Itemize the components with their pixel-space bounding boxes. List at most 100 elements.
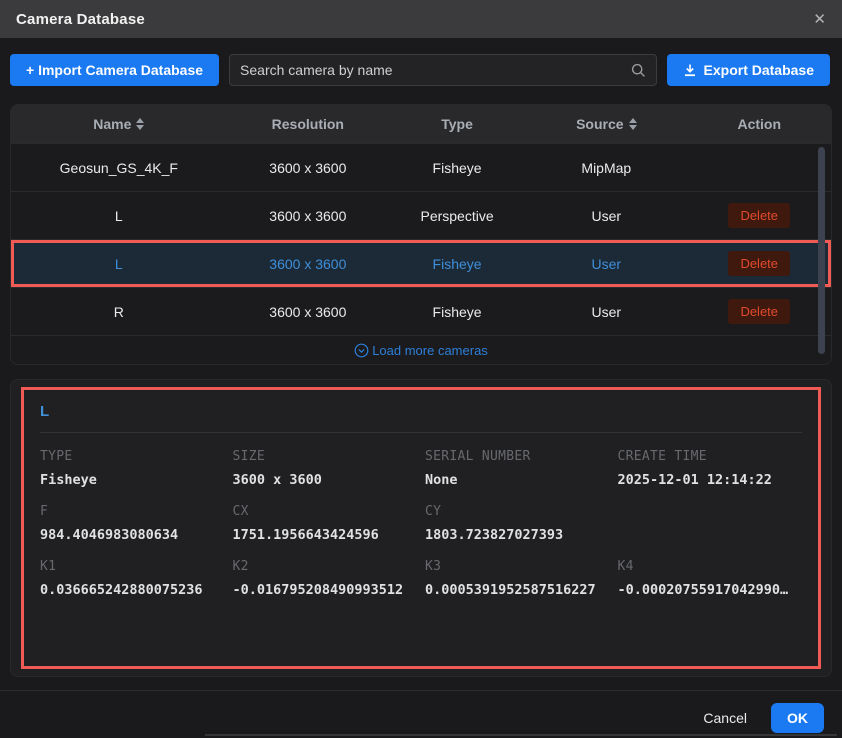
cell-name: L: [11, 256, 227, 272]
delete-button[interactable]: Delete: [728, 251, 790, 276]
load-more-cameras-link[interactable]: Load more cameras: [11, 335, 831, 364]
cell-type: Fisheye: [389, 304, 525, 320]
column-header-type: Type: [389, 116, 525, 132]
detail-field-value: 1751.1956643424596: [233, 527, 418, 543]
cell-name: L: [11, 208, 227, 224]
detail-field-row: TYPE Fisheye SIZE 3600 x 3600 SERIAL NUM…: [40, 433, 802, 488]
detail-field-label: CREATE TIME: [618, 449, 803, 464]
detail-field: K4 -0.00020755917042990…: [618, 559, 803, 598]
detail-field-row: K1 0.036665242880075236 K2 -0.0167952084…: [40, 543, 802, 598]
cancel-button[interactable]: Cancel: [703, 710, 747, 726]
detail-field-label: CX: [233, 504, 418, 519]
detail-field-value: 984.4046983080634: [40, 527, 225, 543]
toolbar: + Import Camera Database Export Database: [0, 38, 842, 86]
detail-field: K2 -0.016795208490993512: [233, 559, 418, 598]
export-database-button[interactable]: Export Database: [667, 54, 830, 86]
search-icon: [631, 63, 646, 78]
details-camera-name: L: [40, 390, 802, 433]
column-label-name: Name: [93, 116, 131, 132]
column-header-name[interactable]: Name: [11, 116, 227, 132]
close-icon[interactable]: ✕: [813, 12, 826, 27]
cell-type: Perspective: [389, 208, 525, 224]
detail-field-label: SIZE: [233, 449, 418, 464]
cell-name: Geosun_GS_4K_F: [11, 160, 227, 176]
download-icon: [683, 63, 697, 77]
column-label-source: Source: [576, 116, 623, 132]
table-row[interactable]: R 3600 x 3600 Fisheye User Delete: [11, 287, 831, 335]
export-database-label: Export Database: [704, 62, 814, 78]
details-highlight-outline: L TYPE Fisheye SIZE 3600 x 3600 SERIAL N…: [21, 387, 821, 669]
cell-resolution: 3600 x 3600: [227, 256, 389, 272]
detail-field: SERIAL NUMBER None: [425, 449, 610, 488]
cell-source: User: [525, 256, 687, 272]
detail-field-label: K3: [425, 559, 610, 574]
detail-field-value: None: [425, 472, 610, 488]
ok-button[interactable]: OK: [771, 703, 824, 733]
table-row[interactable]: L 3600 x 3600 Perspective User Delete: [11, 191, 831, 239]
detail-field: CY 1803.723827027393: [425, 504, 610, 543]
load-more-label: Load more cameras: [372, 343, 488, 358]
detail-field-label: TYPE: [40, 449, 225, 464]
table-row[interactable]: Geosun_GS_4K_F 3600 x 3600 Fisheye MipMa…: [11, 143, 831, 191]
detail-field-value: 0.0005391952587516227: [425, 582, 610, 598]
detail-field-row: F 984.4046983080634 CX 1751.195664342459…: [40, 488, 802, 543]
column-header-action: Action: [687, 116, 831, 132]
detail-field: SIZE 3600 x 3600: [233, 449, 418, 488]
detail-fields: TYPE Fisheye SIZE 3600 x 3600 SERIAL NUM…: [40, 433, 802, 598]
detail-field-value: 0.036665242880075236: [40, 582, 225, 598]
table-row[interactable]: L 3600 x 3600 Fisheye User Delete: [11, 239, 831, 287]
table-body: Geosun_GS_4K_F 3600 x 3600 Fisheye MipMa…: [11, 143, 831, 335]
camera-table: Name Resolution Type Source Action Geosu…: [10, 104, 832, 365]
dialog-titlebar: Camera Database ✕: [0, 0, 842, 38]
detail-field-value: 1803.723827027393: [425, 527, 610, 543]
search-input[interactable]: [240, 62, 622, 78]
column-label-type: Type: [441, 116, 473, 132]
import-camera-database-button[interactable]: + Import Camera Database: [10, 54, 219, 86]
detail-field-value: 3600 x 3600: [233, 472, 418, 488]
detail-field-label: K4: [618, 559, 803, 574]
detail-field: F 984.4046983080634: [40, 504, 225, 543]
detail-field-label: SERIAL NUMBER: [425, 449, 610, 464]
search-box[interactable]: [229, 54, 656, 86]
background-window-edge: [205, 734, 837, 736]
cell-resolution: 3600 x 3600: [227, 208, 389, 224]
delete-button[interactable]: Delete: [728, 203, 790, 228]
column-label-resolution: Resolution: [272, 116, 344, 132]
cell-resolution: 3600 x 3600: [227, 304, 389, 320]
cell-name: R: [11, 304, 227, 320]
column-header-source[interactable]: Source: [525, 116, 687, 132]
table-header: Name Resolution Type Source Action: [11, 105, 831, 143]
detail-field-value: -0.00020755917042990…: [618, 582, 803, 598]
detail-field: CREATE TIME 2025-12-01 12:14:22: [618, 449, 803, 488]
cell-type: Fisheye: [389, 160, 525, 176]
detail-field-label: K1: [40, 559, 225, 574]
detail-field: CX 1751.1956643424596: [233, 504, 418, 543]
detail-field-value: 2025-12-01 12:14:22: [618, 472, 803, 488]
sort-icon[interactable]: [629, 118, 637, 130]
sort-icon[interactable]: [136, 118, 144, 130]
detail-field-label: K2: [233, 559, 418, 574]
cell-action: Delete: [687, 251, 831, 276]
cell-source: User: [525, 208, 687, 224]
cell-action: Delete: [687, 203, 831, 228]
detail-field-value: Fisheye: [40, 472, 225, 488]
detail-field-value: -0.016795208490993512: [233, 582, 418, 598]
table-scrollbar[interactable]: [818, 147, 825, 354]
cell-type: Fisheye: [389, 256, 525, 272]
column-header-resolution: Resolution: [227, 116, 389, 132]
detail-field-label: CY: [425, 504, 610, 519]
detail-field: K3 0.0005391952587516227: [425, 559, 610, 598]
dialog-title: Camera Database: [16, 11, 145, 28]
cell-action: Delete: [687, 299, 831, 324]
column-label-action: Action: [737, 116, 781, 132]
detail-field-label: F: [40, 504, 225, 519]
camera-details-panel: L TYPE Fisheye SIZE 3600 x 3600 SERIAL N…: [10, 379, 832, 677]
cell-source: User: [525, 304, 687, 320]
delete-button[interactable]: Delete: [728, 299, 790, 324]
cell-resolution: 3600 x 3600: [227, 160, 389, 176]
detail-field: K1 0.036665242880075236: [40, 559, 225, 598]
dialog-footer: Cancel OK: [0, 690, 842, 733]
cell-source: MipMap: [525, 160, 687, 176]
chevron-down-circle-icon: [354, 343, 369, 358]
detail-field: TYPE Fisheye: [40, 449, 225, 488]
